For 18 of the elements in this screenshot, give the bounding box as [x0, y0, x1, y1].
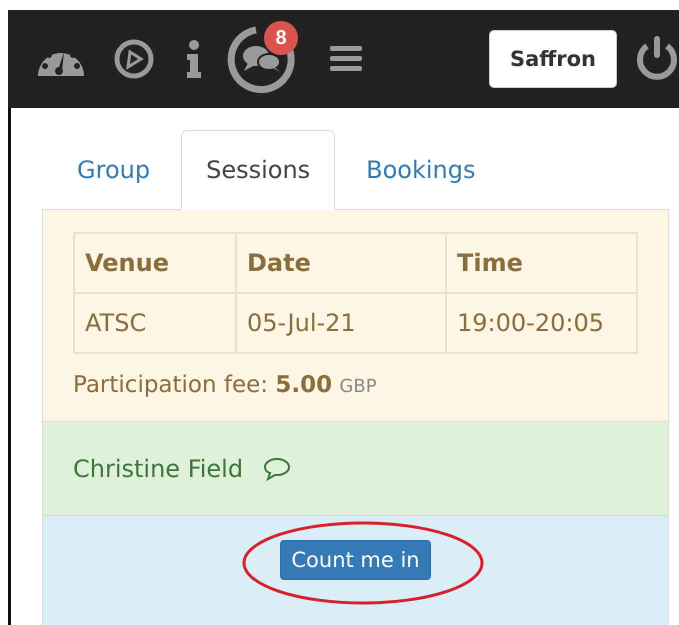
count-me-in-button[interactable]: Count me in [280, 540, 431, 580]
comment-icon[interactable] [263, 456, 292, 480]
tab[interactable]: Bookings [341, 130, 501, 210]
table-cell: 19:00-20:05 [446, 293, 637, 353]
tab[interactable]: Sessions [181, 130, 336, 210]
table-cell: 05-Jul-21 [236, 293, 446, 353]
power-icon[interactable] [635, 36, 679, 82]
column-header: Time [446, 233, 637, 293]
table-cell: ATSC [74, 293, 236, 353]
leader-name: Christine Field [73, 454, 244, 482]
notification-badge: 8 [264, 21, 298, 55]
participation-fee: Participation fee: 5.00 GBP [73, 372, 378, 398]
menu-icon[interactable] [330, 46, 362, 72]
info-icon[interactable] [186, 40, 202, 78]
column-header: Venue [74, 233, 236, 293]
tab[interactable]: Group [52, 130, 176, 210]
column-header: Date [236, 233, 446, 293]
user-button[interactable]: Saffron [488, 30, 617, 88]
